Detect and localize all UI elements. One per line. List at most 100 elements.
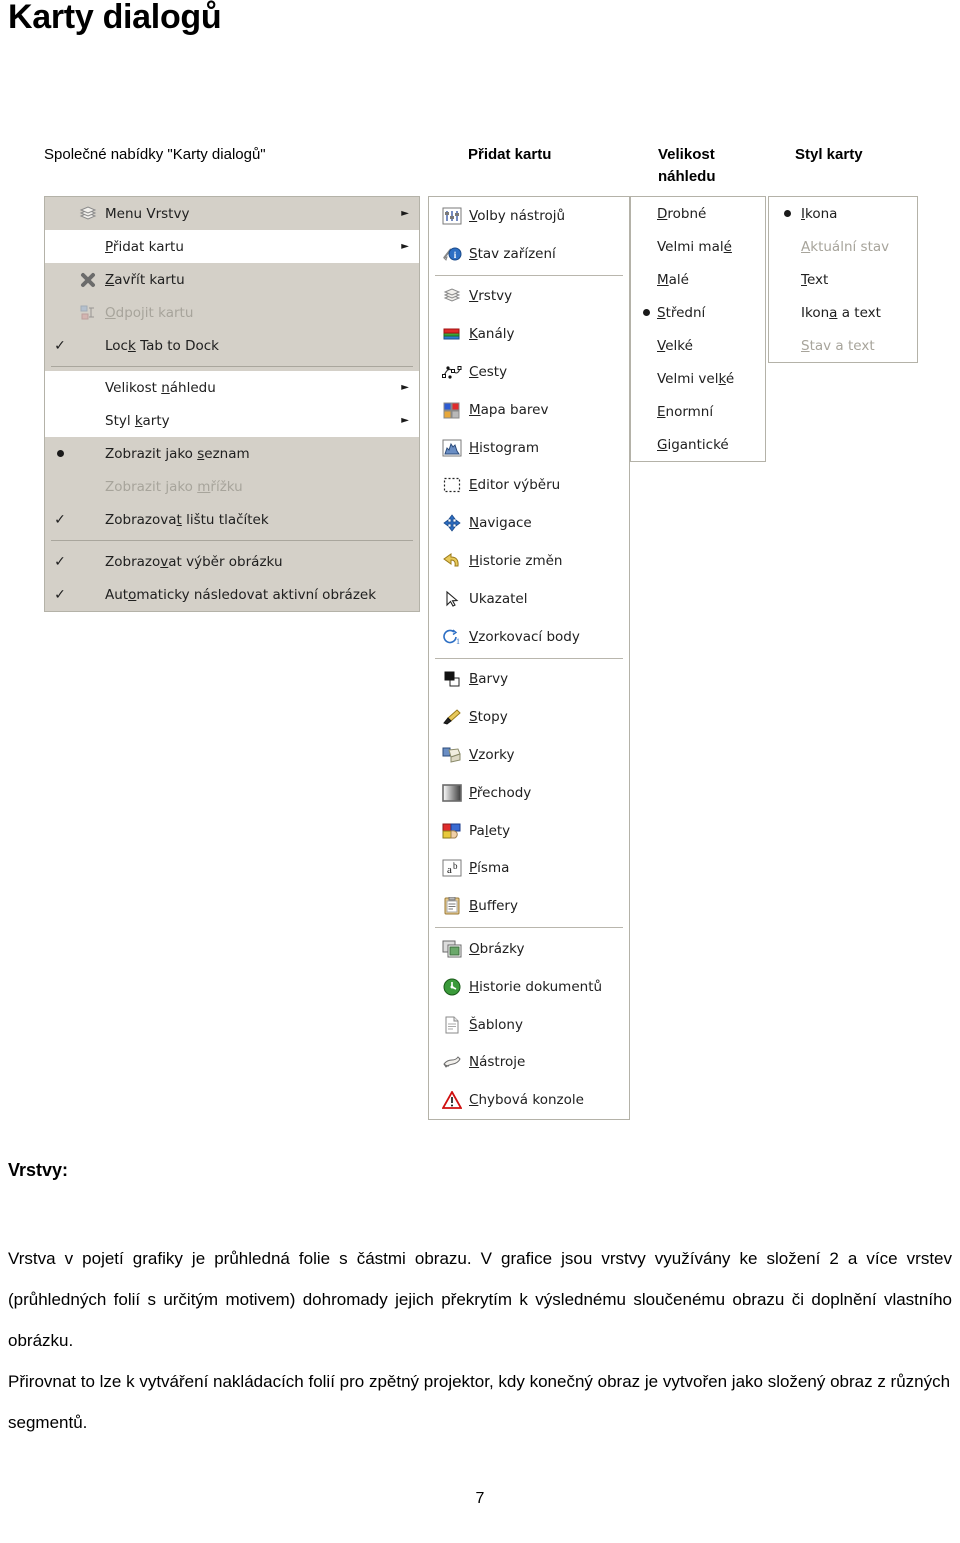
- menu-item-ikona[interactable]: Ikona: [769, 197, 917, 230]
- menu-item-prechody[interactable]: Přechody: [429, 774, 629, 812]
- menu-item-label: Odpojit kartu: [105, 304, 194, 321]
- menu-tab-style[interactable]: Ikona Aktuální stav Text Ikona a text Stav a…: [768, 196, 918, 363]
- menu-item-pridat-kartu[interactable]: Přidat kartu ►: [45, 230, 419, 263]
- menu-item-menu-vrstvy[interactable]: Menu Vrstvy ►: [45, 197, 419, 230]
- menu-item-mapa-barev[interactable]: Mapa barev: [429, 391, 629, 429]
- menu-item-mark: ✓: [47, 339, 73, 353]
- colormap-icon: [435, 401, 469, 419]
- menu-item-label: Velké: [657, 337, 693, 354]
- menu-item-label: Vrstvy: [469, 288, 513, 305]
- menu-item-velikost-nahledu[interactable]: Velikost náhledu ►: [45, 371, 419, 404]
- menu-item-vrstvy[interactable]: Vrstvy: [429, 278, 629, 316]
- radio-bullet-icon: [783, 210, 791, 217]
- sample-points-icon: 1: [435, 628, 469, 646]
- menu-item-kanaly[interactable]: Kanály: [429, 315, 629, 353]
- menu-item-stredni[interactable]: Střední: [631, 296, 765, 329]
- menu-item-obrazky[interactable]: Obrázky: [429, 930, 629, 968]
- menu-item-histogram[interactable]: Histogram: [429, 429, 629, 467]
- menu-item-chybova-konzole[interactable]: Chybová konzole: [429, 1081, 629, 1119]
- menu-item-buffery[interactable]: Buffery: [429, 887, 629, 925]
- buffers-icon: [435, 897, 469, 915]
- menu-item-label: Zobrazit jako mřížku: [105, 478, 243, 495]
- menu-item-velmi-male[interactable]: Velmi malé: [631, 230, 765, 263]
- menu-item-styl-karty[interactable]: Styl karty ►: [45, 404, 419, 437]
- caption-preview-size: Velikost náhledu: [658, 146, 716, 185]
- menu-item-text[interactable]: Text: [769, 263, 917, 296]
- palettes-icon: [435, 822, 469, 840]
- menu-item-label: Volby nástrojů: [469, 207, 566, 224]
- menu-preview-size[interactable]: Drobné Velmi malé Malé Střední Velké Velmi ve…: [630, 196, 766, 462]
- layers-icon: [73, 205, 103, 223]
- navigation-icon: [435, 514, 469, 532]
- menu-item-zavrit-kartu[interactable]: Zavřít kartu: [45, 263, 419, 296]
- submenu-arrow-icon: ►: [401, 241, 409, 252]
- channels-icon: [435, 325, 469, 343]
- brushes-icon: [435, 708, 469, 726]
- menu-item-historie-zmen[interactable]: Historie změn: [429, 542, 629, 580]
- gradients-icon: [435, 784, 469, 802]
- page-folio: 7: [475, 1490, 485, 1507]
- patterns-icon: [435, 746, 469, 764]
- menu-item-giganticke[interactable]: Gigantické: [631, 428, 765, 461]
- menu-common-tab-menus[interactable]: Menu Vrstvy ► Přidat kartu ► Zavřít kartu Odp…: [44, 196, 420, 612]
- menu-item-velmi-velke[interactable]: Velmi velké: [631, 362, 765, 395]
- menu-item-label: Navigace: [469, 515, 532, 532]
- menu-item-drobne[interactable]: Drobné: [631, 197, 765, 230]
- menu-item-label: Aktuální stav: [801, 238, 890, 255]
- menu-item-vzorkovaci-body[interactable]: 1 Vzorkovací body: [429, 618, 629, 656]
- menu-item-mark: [47, 447, 73, 460]
- menu-separator: [435, 657, 623, 659]
- histogram-icon: [435, 439, 469, 457]
- menu-item-ikona-a-text[interactable]: Ikona a text: [769, 296, 917, 329]
- menu-item-ukazatel[interactable]: Ukazatel: [429, 580, 629, 618]
- menu-item-stopy[interactable]: Stopy: [429, 698, 629, 736]
- menu-item-nastroje[interactable]: Nástroje: [429, 1044, 629, 1082]
- menu-item-male[interactable]: Malé: [631, 263, 765, 296]
- menu-item-cesty[interactable]: Cesty: [429, 353, 629, 391]
- menu-item-velke[interactable]: Velké: [631, 329, 765, 362]
- menu-item-palety[interactable]: Palety: [429, 812, 629, 850]
- radio-bullet-icon: [56, 450, 64, 457]
- selection-editor-icon: [435, 476, 469, 494]
- svg-text:a: a: [447, 864, 452, 876]
- svg-text:1: 1: [456, 637, 460, 646]
- menu-item-vzorky[interactable]: Vzorky: [429, 736, 629, 774]
- menu-item-label: Písma: [469, 860, 510, 877]
- menu-item-zobrazit-jako-seznam[interactable]: Zobrazit jako seznam: [45, 437, 419, 470]
- menu-item-zobrazit-jako-mrizku: Zobrazit jako mřížku: [45, 470, 419, 503]
- menu-item-zobrazovat-listu-tlacitek[interactable]: ✓ Zobrazovat lištu tlačítek: [45, 503, 419, 536]
- menu-item-label: Zobrazovat lištu tlačítek: [105, 511, 269, 528]
- menu-item-label: Historie dokumentů: [469, 978, 603, 995]
- menu-separator: [435, 274, 623, 276]
- menu-item-stav-zarizeni[interactable]: i Stav zařízení: [429, 235, 629, 273]
- menu-item-label: Přechody: [469, 784, 532, 801]
- menu-item-label: Automaticky následovat aktivní obrázek: [105, 586, 377, 603]
- checkmark-icon: ✓: [54, 553, 66, 570]
- pointer-icon: [435, 590, 469, 608]
- menu-item-pisma[interactable]: a b Písma: [429, 850, 629, 888]
- menu-item-label: Střední: [657, 304, 706, 321]
- menu-item-volby-nastroju[interactable]: Volby nástrojů: [429, 197, 629, 235]
- menu-item-label: Ikona a text: [801, 304, 881, 321]
- menu-item-enormni[interactable]: Enormní: [631, 395, 765, 428]
- menu-add-tab[interactable]: Volby nástrojů i Stav zařízení Vrstvy Kanály…: [428, 196, 630, 1121]
- menu-item-editor-vyberu[interactable]: Editor výběru: [429, 467, 629, 505]
- menu-item-barvy[interactable]: Barvy: [429, 661, 629, 699]
- menu-item-label: Velikost náhledu: [105, 379, 216, 396]
- menu-item-label: Gigantické: [657, 436, 729, 453]
- menu-item-mark: ✓: [47, 555, 73, 569]
- section-heading: Vrstvy:: [8, 1160, 69, 1180]
- menu-item-label: Mapa barev: [469, 401, 549, 418]
- menu-item-label: Buffery: [469, 898, 518, 915]
- menu-item-label: Barvy: [469, 671, 509, 688]
- menu-item-sablony[interactable]: Šablony: [429, 1006, 629, 1044]
- menu-item-automaticky-nasledovat-aktivni-obrazek[interactable]: ✓ Automaticky následovat aktivní obrázek: [45, 578, 419, 611]
- caption-tab-style: Styl karty: [795, 146, 863, 163]
- menu-item-navigace[interactable]: Navigace: [429, 504, 629, 542]
- menu-item-zobrazovat-vyber-obrazku[interactable]: ✓ Zobrazovat výběr obrázku: [45, 545, 419, 578]
- tool-options-icon: [435, 207, 469, 225]
- menu-item-lock-tab-to-dock[interactable]: ✓ Lock Tab to Dock: [45, 329, 419, 362]
- menu-item-stav-a-text: Stav a text: [769, 329, 917, 362]
- menu-item-historie-dokumentu[interactable]: Historie dokumentů: [429, 968, 629, 1006]
- menu-item-label: Menu Vrstvy: [105, 205, 190, 222]
